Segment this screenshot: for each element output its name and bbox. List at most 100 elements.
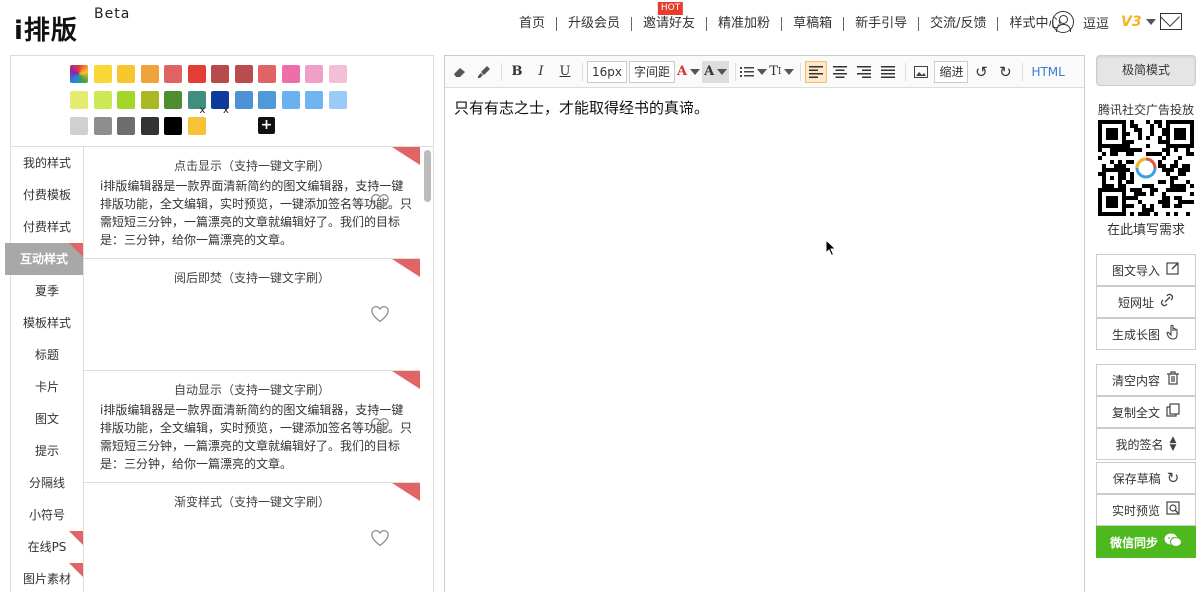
category-item[interactable]: 图文 <box>11 403 83 435</box>
color-swatch[interactable] <box>70 91 88 109</box>
add-color-button[interactable]: + <box>258 117 275 134</box>
color-swatch[interactable] <box>140 91 159 109</box>
ad-subtitle[interactable]: 在此填写需求 <box>1096 219 1196 238</box>
color-swatch[interactable] <box>281 91 300 109</box>
category-item[interactable]: 提示 <box>11 435 83 467</box>
style-card-burn-after-read[interactable]: 阅后即焚（支持一键文字刷） <box>84 259 420 371</box>
indent-button[interactable]: 缩进 <box>934 60 969 83</box>
user-menu[interactable]: 逗逗 V3 <box>1052 11 1156 33</box>
font-color-icon[interactable]: A <box>677 61 701 83</box>
html-button[interactable]: HTML <box>1031 61 1064 83</box>
nav-drafts[interactable]: 草稿箱 <box>781 17 843 31</box>
category-item[interactable]: 图片素材 <box>11 563 83 592</box>
line-height-icon[interactable]: TI <box>769 61 795 83</box>
editor-text[interactable]: 只有有志之士，才能取得经书的真谛。 <box>454 97 709 118</box>
remove-color-icon[interactable]: x <box>223 105 229 116</box>
scrollbar[interactable] <box>424 150 431 202</box>
nav-invite-friends[interactable]: HOT 邀请好友 <box>631 2 706 31</box>
bg-color-icon[interactable]: A <box>702 60 730 83</box>
nav-home[interactable]: 首页 <box>508 17 556 31</box>
category-item[interactable]: 小符号 <box>11 499 83 531</box>
style-list: 点击显示（支持一键文字刷） i排版编辑器是一款界面清新简约的图文编辑器，支持一键… <box>83 146 433 592</box>
nav-upgrade-vip[interactable]: 升级会员 <box>556 17 631 31</box>
eraser-icon[interactable] <box>449 61 471 83</box>
qr-code[interactable] <box>1098 120 1194 216</box>
color-swatch[interactable] <box>70 65 88 83</box>
short-url-button[interactable]: 短网址 <box>1096 286 1196 318</box>
bold-icon[interactable]: B <box>506 61 528 83</box>
color-swatch[interactable] <box>187 117 206 135</box>
live-preview-button[interactable]: 实时预览 <box>1096 494 1196 526</box>
italic-icon[interactable]: I <box>530 61 552 83</box>
heart-icon[interactable] <box>370 417 390 435</box>
generate-long-image-button[interactable]: 生成长图 <box>1096 318 1196 350</box>
mail-icon[interactable] <box>1160 13 1182 30</box>
category-item[interactable]: 付费模板 <box>11 179 83 211</box>
color-swatch[interactable] <box>258 91 276 109</box>
my-signature-button[interactable]: 我的签名 ▲ ▼ <box>1096 428 1196 460</box>
simple-mode-button[interactable]: 极简模式 <box>1096 55 1196 86</box>
color-swatch[interactable] <box>117 91 135 109</box>
category-item[interactable]: 在线PS <box>11 531 83 563</box>
category-item[interactable]: 夏季 <box>11 275 83 307</box>
color-swatch[interactable] <box>164 117 182 135</box>
redo-icon[interactable]: ↻ <box>994 61 1016 83</box>
color-swatch[interactable] <box>70 117 88 135</box>
align-justify-icon[interactable] <box>877 61 899 83</box>
color-swatch[interactable] <box>234 65 253 83</box>
color-swatch[interactable] <box>93 117 112 135</box>
style-card-auto-show[interactable]: 自动显示（支持一键文字刷） i排版编辑器是一款界面清新简约的图文编辑器，支持一键… <box>84 371 420 483</box>
style-card-click-show[interactable]: 点击显示（支持一键文字刷） i排版编辑器是一款界面清新简约的图文编辑器，支持一键… <box>84 147 420 259</box>
category-item[interactable]: 卡片 <box>11 371 83 403</box>
underline-icon[interactable]: U <box>554 61 576 83</box>
remove-color-icon[interactable]: x <box>200 105 206 116</box>
color-swatch[interactable] <box>305 91 323 109</box>
copy-all-button[interactable]: 复制全文 <box>1096 396 1196 428</box>
color-swatch[interactable] <box>140 117 159 135</box>
color-swatch[interactable] <box>93 65 112 83</box>
align-left-icon[interactable] <box>805 60 828 83</box>
color-swatch[interactable] <box>164 91 182 109</box>
corner-mark <box>392 259 420 277</box>
color-swatch[interactable] <box>164 65 182 83</box>
color-swatch[interactable] <box>117 117 135 135</box>
logo[interactable]: i排版 Beta <box>14 6 134 46</box>
undo-icon[interactable]: ↺ <box>970 61 992 83</box>
category-item[interactable]: 我的样式 <box>11 147 83 179</box>
clear-content-button[interactable]: 清空内容 <box>1096 364 1196 396</box>
wechat-sync-button[interactable]: 微信同步 <box>1096 526 1196 558</box>
color-swatch[interactable] <box>117 65 135 83</box>
list-icon[interactable] <box>740 61 768 83</box>
nav-precise-fans[interactable]: 精准加粉 <box>706 17 781 31</box>
heart-icon[interactable] <box>370 193 390 211</box>
color-swatch[interactable] <box>187 65 206 83</box>
format-brush-icon[interactable] <box>473 61 495 83</box>
color-swatch[interactable] <box>305 65 323 83</box>
color-swatch[interactable] <box>234 91 253 109</box>
image-icon[interactable] <box>910 61 932 83</box>
color-swatch[interactable] <box>328 91 347 109</box>
font-size-select[interactable]: 16px <box>587 60 627 83</box>
color-swatch[interactable] <box>93 91 112 109</box>
category-item[interactable]: 标题 <box>11 339 83 371</box>
letter-spacing-button[interactable]: 字间距 <box>629 60 676 83</box>
category-item[interactable]: 付费样式 <box>11 211 83 243</box>
color-swatch[interactable] <box>258 65 276 83</box>
style-card-gradient[interactable]: 渐变样式（支持一键文字刷） <box>84 483 420 592</box>
category-item[interactable]: 分隔线 <box>11 467 83 499</box>
color-swatch[interactable] <box>140 65 159 83</box>
import-article-button[interactable]: 图文导入 <box>1096 254 1196 286</box>
nav-beginner-guide[interactable]: 新手引导 <box>843 17 918 31</box>
category-item[interactable]: 模板样式 <box>11 307 83 339</box>
align-center-icon[interactable] <box>829 61 851 83</box>
save-draft-button[interactable]: 保存草稿 ↻ <box>1096 462 1196 494</box>
category-item[interactable]: 互动样式 <box>5 243 83 275</box>
color-swatch[interactable] <box>281 65 300 83</box>
heart-icon[interactable] <box>370 529 390 547</box>
color-swatch[interactable] <box>328 65 347 83</box>
heart-icon[interactable] <box>370 305 390 323</box>
editor: B I U 16px 字间距 A A TI 缩进 ↺ ↻ HTML 只有有志之士… <box>444 55 1085 592</box>
nav-feedback[interactable]: 交流/反馈 <box>918 17 997 31</box>
color-swatch[interactable] <box>211 65 229 83</box>
align-right-icon[interactable] <box>853 61 875 83</box>
